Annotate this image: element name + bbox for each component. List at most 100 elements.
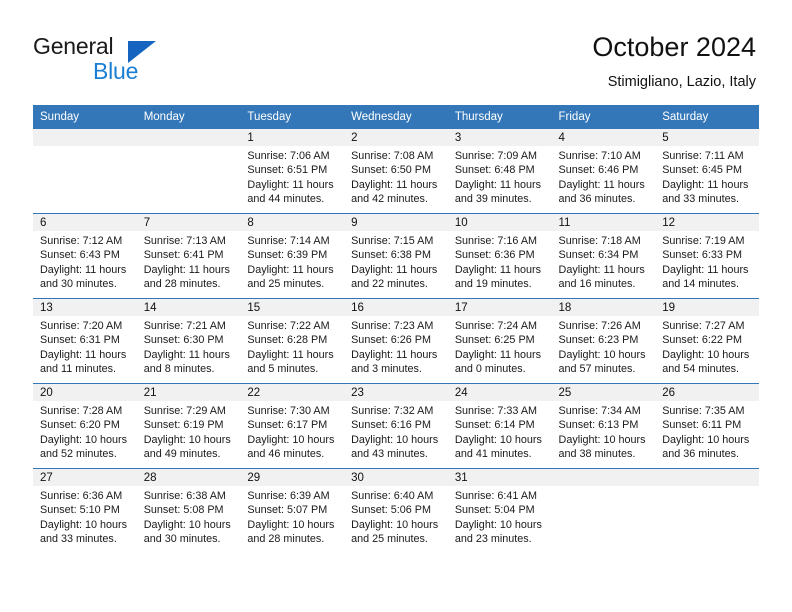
day-cell-inner: 9 Sunrise: 7:15 AM Sunset: 6:38 PM Daylight…	[344, 214, 448, 298]
calendar-day-cell[interactable]: 14 Sunrise: 7:21 AM Sunset: 6:30 PM Dayligh…	[136, 298, 241, 384]
day-detail-sunrise: Sunrise: 7:13 AM	[143, 235, 226, 247]
day-detail-sunrise: Sunrise: 7:19 AM	[662, 235, 745, 247]
day-detail-daylight-line2: and 54 minutes.	[662, 363, 740, 376]
calendar-day-cell[interactable]: 22 Sunrise: 7:30 AM Sunset: 6:17 PM Dayligh…	[240, 383, 345, 469]
calendar-day-cell[interactable]: 1 Sunrise: 7:06 AM Sunset: 6:51 PM Daylight…	[240, 128, 345, 214]
calendar-day-cell[interactable]: 11 Sunrise: 7:18 AM Sunset: 6:34 PM Dayligh…	[551, 213, 656, 299]
day-detail-daylight-line2: and 46 minutes.	[247, 448, 325, 461]
day-cell-inner: 27 Sunrise: 6:36 AM Sunset: 5:10 PM Dayligh…	[33, 469, 137, 553]
day-details: Sunrise: 7:22 AM Sunset: 6:28 PM Daylight:…	[240, 316, 344, 377]
calendar-day-cell[interactable]: 13 Sunrise: 7:20 AM Sunset: 6:31 PM Dayligh…	[33, 298, 137, 384]
day-cell-inner: 5 Sunrise: 7:11 AM Sunset: 6:45 PM Daylight…	[655, 129, 759, 213]
day-details: Sunrise: 7:34 AM Sunset: 6:13 PM Daylight:…	[552, 401, 656, 462]
day-detail-sunset: Sunset: 6:11 PM	[662, 419, 742, 432]
day-cell-inner: 26 Sunrise: 7:35 AM Sunset: 6:11 PM Dayligh…	[655, 384, 759, 468]
calendar-day-cell[interactable]: 10 Sunrise: 7:16 AM Sunset: 6:36 PM Dayligh…	[447, 213, 552, 299]
day-cell-inner: 7 Sunrise: 7:13 AM Sunset: 6:41 PM Daylight…	[136, 214, 241, 298]
calendar-day-cell[interactable]: 31 Sunrise: 6:41 AM Sunset: 5:04 PM Dayligh…	[447, 468, 552, 553]
calendar-day-cell[interactable]: 24 Sunrise: 7:33 AM Sunset: 6:14 PM Dayligh…	[447, 383, 552, 469]
calendar-day-cell[interactable]: 15 Sunrise: 7:22 AM Sunset: 6:28 PM Dayligh…	[240, 298, 345, 384]
calendar-day-cell[interactable]: 28 Sunrise: 6:38 AM Sunset: 5:08 PM Dayligh…	[136, 468, 241, 553]
day-cell-inner: 6 Sunrise: 7:12 AM Sunset: 6:43 PM Daylight…	[33, 214, 137, 298]
day-detail-daylight-line1: Daylight: 11 hours	[247, 348, 334, 361]
calendar-week-row: 20 Sunrise: 7:28 AM Sunset: 6:20 PM Dayligh…	[33, 383, 759, 469]
day-detail-daylight-line2: and 22 minutes.	[351, 278, 428, 291]
calendar-day-cell[interactable]: 30 Sunrise: 6:40 AM Sunset: 5:06 PM Dayligh…	[344, 468, 448, 553]
day-detail-sunrise: Sunrise: 6:38 AM	[143, 490, 226, 502]
calendar-day-cell[interactable]: 18 Sunrise: 7:26 AM Sunset: 6:23 PM Dayligh…	[551, 298, 656, 384]
day-details: Sunrise: 7:08 AM Sunset: 6:50 PM Daylight:…	[344, 146, 448, 207]
day-detail-sunset: Sunset: 6:45 PM	[662, 164, 743, 177]
day-detail-sunset: Sunset: 6:17 PM	[247, 419, 328, 432]
calendar-day-cell[interactable]: 7 Sunrise: 7:13 AM Sunset: 6:41 PM Daylight…	[136, 213, 241, 299]
day-detail-daylight-line1: Daylight: 10 hours	[558, 348, 646, 361]
day-number: 20	[33, 384, 137, 401]
day-detail-sunrise: Sunrise: 7:24 AM	[454, 320, 538, 332]
day-number: 3	[447, 129, 552, 146]
day-number	[655, 469, 759, 486]
calendar-week-row: 13 Sunrise: 7:20 AM Sunset: 6:31 PM Dayligh…	[33, 298, 759, 384]
calendar-day-cell[interactable]: 5 Sunrise: 7:11 AM Sunset: 6:45 PM Daylight…	[655, 128, 759, 214]
calendar-day-cell[interactable]: 17 Sunrise: 7:24 AM Sunset: 6:25 PM Dayligh…	[447, 298, 552, 384]
month-calendar: Sunday Monday Tuesday Wednesday Thursday…	[33, 105, 759, 553]
calendar-day-cell	[655, 468, 759, 553]
calendar-day-cell[interactable]: 21 Sunrise: 7:29 AM Sunset: 6:19 PM Dayligh…	[136, 383, 241, 469]
day-detail-daylight-line2: and 30 minutes.	[40, 278, 117, 291]
day-detail-sunrise: Sunrise: 7:12 AM	[40, 235, 123, 247]
calendar-day-cell[interactable]: 12 Sunrise: 7:19 AM Sunset: 6:33 PM Dayligh…	[655, 213, 759, 299]
day-details: Sunrise: 7:26 AM Sunset: 6:23 PM Daylight:…	[552, 316, 656, 377]
day-number: 10	[447, 214, 552, 231]
day-number	[136, 129, 241, 146]
calendar-day-cell[interactable]: 2 Sunrise: 7:08 AM Sunset: 6:50 PM Daylight…	[344, 128, 448, 214]
day-detail-daylight-line2: and 28 minutes.	[247, 533, 325, 546]
day-detail-daylight-line1: Daylight: 10 hours	[662, 348, 750, 361]
day-detail-sunset: Sunset: 6:50 PM	[351, 164, 431, 177]
day-cell-inner: 4 Sunrise: 7:10 AM Sunset: 6:46 PM Daylight…	[551, 129, 656, 213]
calendar-page: General Blue October 2024 Stimigliano, L…	[0, 0, 792, 612]
calendar-day-cell[interactable]: 16 Sunrise: 7:23 AM Sunset: 6:26 PM Dayligh…	[344, 298, 448, 384]
day-detail-sunrise: Sunrise: 7:32 AM	[351, 405, 434, 417]
day-detail-daylight-line1: Daylight: 11 hours	[247, 178, 334, 191]
day-detail-daylight-line1: Daylight: 10 hours	[247, 518, 335, 531]
calendar-day-cell[interactable]: 20 Sunrise: 7:28 AM Sunset: 6:20 PM Dayligh…	[33, 383, 137, 469]
calendar-day-cell[interactable]: 23 Sunrise: 7:32 AM Sunset: 6:16 PM Dayligh…	[344, 383, 448, 469]
day-detail-daylight-line2: and 14 minutes.	[662, 278, 740, 291]
day-detail-daylight-line2: and 25 minutes.	[351, 533, 428, 546]
calendar-day-cell[interactable]: 27 Sunrise: 6:36 AM Sunset: 5:10 PM Dayligh…	[33, 468, 137, 553]
day-number: 2	[344, 129, 448, 146]
day-detail-daylight-line1: Daylight: 10 hours	[351, 433, 439, 446]
day-detail-sunset: Sunset: 5:07 PM	[247, 504, 328, 517]
day-details: Sunrise: 7:29 AM Sunset: 6:19 PM Daylight:…	[137, 401, 241, 462]
day-detail-sunset: Sunset: 6:31 PM	[40, 334, 120, 347]
calendar-day-cell[interactable]: 4 Sunrise: 7:10 AM Sunset: 6:46 PM Daylight…	[551, 128, 656, 214]
page-title: October 2024	[592, 32, 756, 62]
day-number: 16	[344, 299, 448, 316]
day-detail-daylight-line1: Daylight: 11 hours	[351, 348, 438, 361]
day-detail-daylight-line2: and 30 minutes.	[143, 533, 221, 546]
day-detail-sunrise: Sunrise: 7:10 AM	[558, 150, 641, 162]
day-cell-inner: 15 Sunrise: 7:22 AM Sunset: 6:28 PM Dayligh…	[240, 299, 345, 383]
day-details: Sunrise: 7:15 AM Sunset: 6:38 PM Daylight:…	[344, 231, 448, 292]
day-cell-inner: 21 Sunrise: 7:29 AM Sunset: 6:19 PM Dayligh…	[136, 384, 241, 468]
calendar-day-cell[interactable]: 29 Sunrise: 6:39 AM Sunset: 5:07 PM Dayligh…	[240, 468, 345, 553]
weekday-header-wednesday: Wednesday	[344, 105, 448, 129]
calendar-day-cell[interactable]: 19 Sunrise: 7:27 AM Sunset: 6:22 PM Dayligh…	[655, 298, 759, 384]
day-details	[137, 146, 241, 149]
day-cell-inner: 20 Sunrise: 7:28 AM Sunset: 6:20 PM Dayligh…	[33, 384, 137, 468]
calendar-week-row: 6 Sunrise: 7:12 AM Sunset: 6:43 PM Daylight…	[33, 213, 759, 299]
day-detail-daylight-line1: Daylight: 11 hours	[662, 263, 749, 276]
calendar-week-row: 27 Sunrise: 6:36 AM Sunset: 5:10 PM Dayligh…	[33, 468, 759, 553]
day-cell-inner: 24 Sunrise: 7:33 AM Sunset: 6:14 PM Dayligh…	[447, 384, 552, 468]
calendar-day-cell[interactable]: 26 Sunrise: 7:35 AM Sunset: 6:11 PM Dayligh…	[655, 383, 759, 469]
general-blue-logo[interactable]: General Blue	[33, 33, 193, 85]
day-cell-inner: 8 Sunrise: 7:14 AM Sunset: 6:39 PM Daylight…	[240, 214, 345, 298]
calendar-day-cell[interactable]: 3 Sunrise: 7:09 AM Sunset: 6:48 PM Daylight…	[447, 128, 552, 214]
day-detail-daylight-line1: Daylight: 10 hours	[40, 433, 128, 446]
calendar-day-cell[interactable]: 8 Sunrise: 7:14 AM Sunset: 6:39 PM Daylight…	[240, 213, 345, 299]
day-cell-inner: 17 Sunrise: 7:24 AM Sunset: 6:25 PM Dayligh…	[447, 299, 552, 383]
calendar-day-cell[interactable]: 9 Sunrise: 7:15 AM Sunset: 6:38 PM Daylight…	[344, 213, 448, 299]
calendar-day-cell[interactable]: 25 Sunrise: 7:34 AM Sunset: 6:13 PM Dayligh…	[551, 383, 656, 469]
day-cell-inner: 3 Sunrise: 7:09 AM Sunset: 6:48 PM Daylight…	[447, 129, 552, 213]
calendar-day-cell[interactable]: 6 Sunrise: 7:12 AM Sunset: 6:43 PM Daylight…	[33, 213, 137, 299]
day-detail-sunrise: Sunrise: 7:06 AM	[247, 150, 330, 162]
